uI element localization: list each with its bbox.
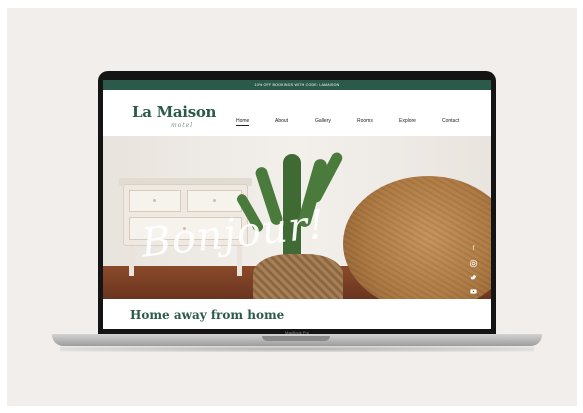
- dresser-knob: [153, 199, 156, 202]
- nav-about[interactable]: About: [275, 118, 288, 124]
- intro-section: Home away from home: [103, 299, 491, 329]
- laptop-notch: [262, 336, 330, 341]
- section-title: Home away from home: [130, 308, 285, 322]
- nav-explore[interactable]: Explore: [399, 118, 416, 124]
- twitter-icon[interactable]: [470, 274, 477, 281]
- nav-gallery[interactable]: Gallery: [315, 118, 331, 124]
- youtube-icon[interactable]: [470, 288, 477, 295]
- dresser-leg: [129, 246, 134, 276]
- site-header: La Maison motel Home About Gallery Rooms…: [103, 90, 491, 136]
- laptop-shadow: [60, 346, 534, 352]
- nav-rooms[interactable]: Rooms: [357, 118, 373, 124]
- laptop-display: 10% OFF BOOKINGS WITH CODE: LAMAISON La …: [103, 80, 491, 329]
- wicker-basket: [253, 254, 343, 299]
- mockup-stage: 10% OFF BOOKINGS WITH CODE: LAMAISON La …: [0, 0, 583, 413]
- social-links: f: [470, 246, 480, 299]
- brand-logo-script: motel: [171, 122, 194, 129]
- device-label: MacBook Pro: [284, 330, 309, 335]
- nav-contact[interactable]: Contact: [442, 118, 459, 124]
- instagram-icon[interactable]: [470, 260, 477, 267]
- nav-home[interactable]: Home: [236, 118, 250, 126]
- dresser-knob: [213, 199, 216, 202]
- brand-logo[interactable]: La Maison: [132, 103, 216, 121]
- hero-image: Bonjour! f: [103, 136, 491, 299]
- promo-bar: 10% OFF BOOKINGS WITH CODE: LAMAISON: [103, 80, 491, 90]
- facebook-icon[interactable]: f: [470, 246, 477, 253]
